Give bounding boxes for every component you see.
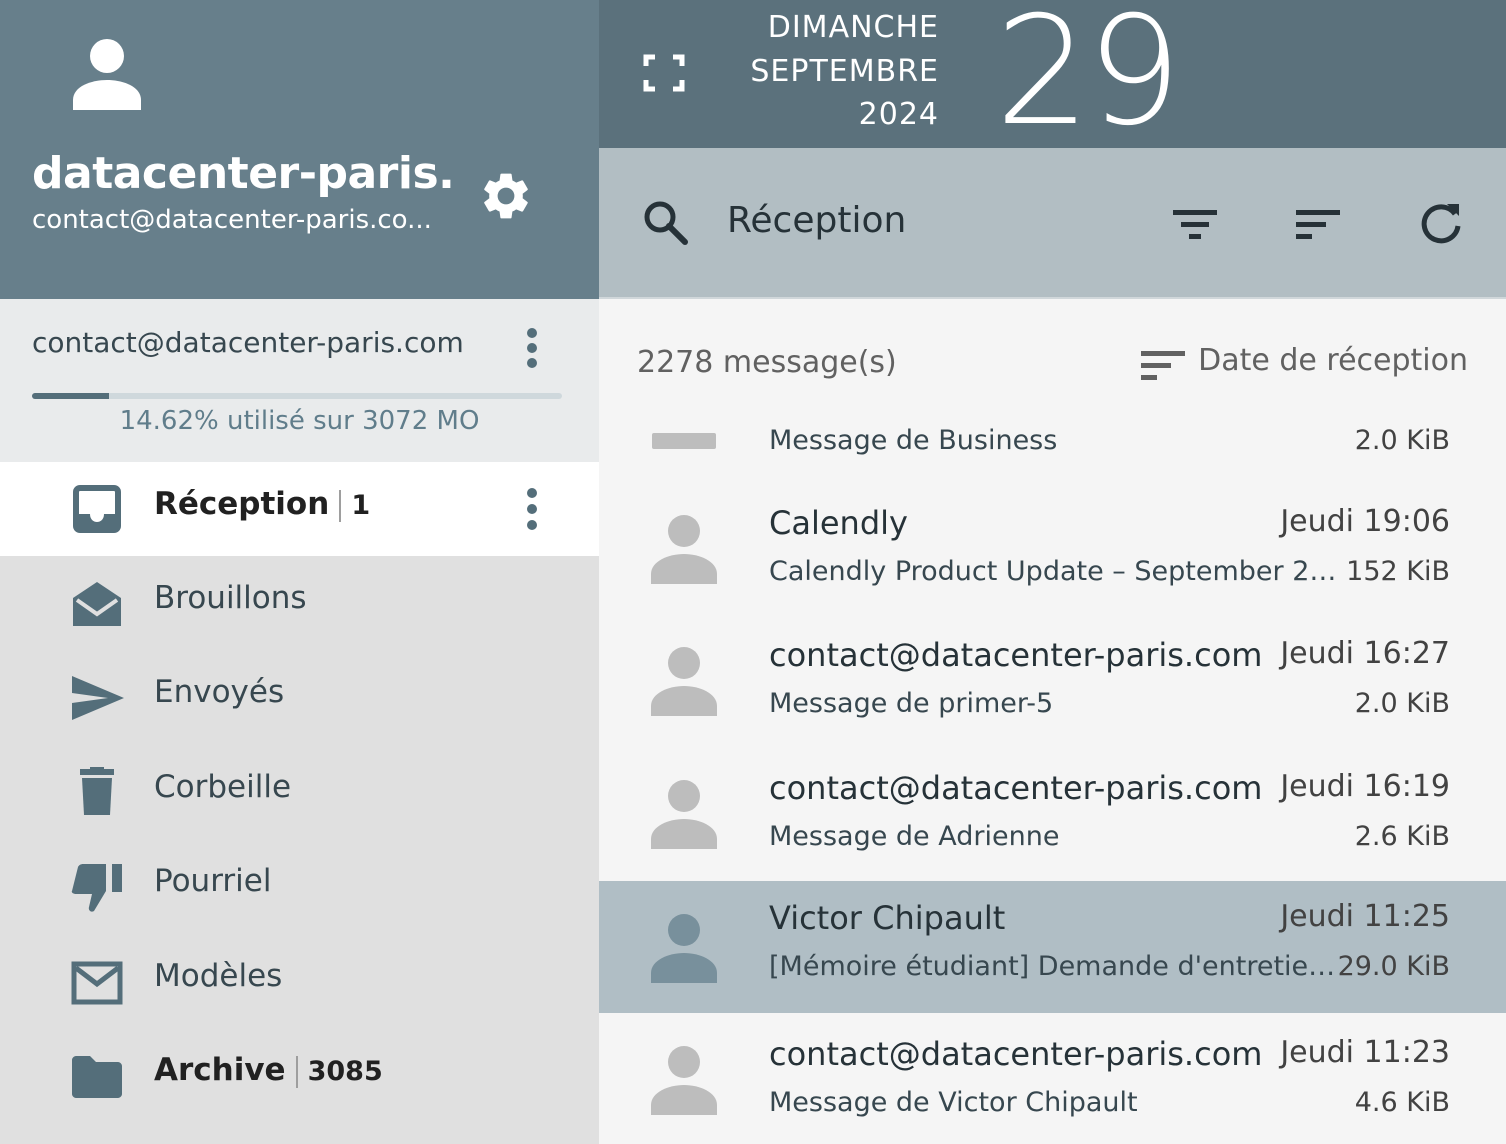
toolbar: Réception [599,148,1506,299]
folder-count: 3085 [307,1056,383,1087]
date-day: 29 [995,0,1182,159]
message-size: 152 KiB [1346,556,1450,587]
date-year: 2024 [858,97,939,132]
folder-label: Réception [154,486,330,522]
message-time: Jeudi 11:25 [1280,899,1450,934]
date-month: SEPTEMBRE [750,54,939,89]
message-row[interactable]: contact@datacenter-paris.com Jeudi 11:23… [599,1013,1506,1144]
message-sender: contact@datacenter-paris.com [769,769,1263,807]
account-email[interactable]: contact@datacenter-paris.com [32,326,464,359]
message-subject: Calendly Product Update – September 2024 [769,556,1349,587]
drafts-icon [73,582,121,626]
date-weekday: DIMANCHE [767,10,939,45]
send-icon [72,676,124,720]
message-subject: Message de Victor Chipault [769,1087,1138,1118]
message-time: Jeudi 16:19 [1280,769,1450,804]
user-icon [651,515,717,584]
user-icon [652,433,716,449]
profile-name: datacenter-paris.... [32,148,452,199]
more-vert-icon[interactable] [516,326,548,370]
message-size: 2.0 KiB [1354,688,1450,719]
message-row[interactable]: Calendly Jeudi 19:06 Calendly Product Up… [599,482,1506,614]
folder-brouillons[interactable]: Brouillons [0,556,599,650]
message-time: Jeudi 19:06 [1280,504,1450,539]
message-subject: [Mémoire étudiant] Demande d'entretien .… [769,951,1349,982]
folder-label: Modèles [154,958,283,994]
trash-icon [80,767,114,815]
folder-envoyes[interactable]: Envoyés [0,650,599,744]
gear-icon[interactable] [478,168,534,224]
message-sender: contact@datacenter-paris.com [769,1035,1263,1073]
message-row[interactable]: contact@datacenter-paris.com Jeudi 16:27… [599,614,1506,746]
user-icon [651,647,717,716]
sidebar: datacenter-paris.... contact@datacenter-… [0,0,599,1144]
message-sender: Victor Chipault [769,899,1006,937]
search-icon[interactable] [641,198,689,246]
folder-modeles[interactable]: Modèles [0,934,599,1028]
message-subject: Message de Adrienne [769,821,1060,852]
message-sender: contact@datacenter-paris.com [769,636,1263,674]
refresh-icon[interactable] [1417,200,1465,248]
message-size: 2.6 KiB [1354,821,1450,852]
filter-icon[interactable] [1171,200,1219,248]
profile-header: datacenter-paris.... contact@datacenter-… [0,0,599,299]
more-vert-icon[interactable] [516,486,548,532]
folder-count-separator [295,1055,298,1088]
folder-archive[interactable]: Archive 3085 [0,1028,599,1122]
current-folder-title: Réception [727,200,907,241]
sort-icon[interactable] [1294,200,1342,248]
message-sender: Calendly [769,504,908,542]
message-size: 2.0 KiB [1354,425,1450,456]
folder-label: Brouillons [154,580,307,616]
date-header: DIMANCHE SEPTEMBRE 2024 29 [599,0,1506,152]
profile-email: contact@datacenter-paris.co... [32,205,432,235]
folder-count: 1 [351,490,371,521]
folder-label: Corbeille [154,769,292,805]
message-row[interactable]: contact@datacenter-paris.com Jeudi 16:19… [599,747,1506,879]
folder-corbeille[interactable]: Corbeille [0,745,599,839]
message-row-selected[interactable]: Victor Chipault Jeudi 11:25 [Mémoire étu… [599,881,1506,1013]
folder-pourriel[interactable]: Pourriel [0,839,599,933]
folder-label: Pourriel [154,863,272,899]
quota-text: 14.62% utilisé sur 3072 MO [119,406,480,436]
fullscreen-icon[interactable] [641,52,687,94]
thumbs-down-icon [71,864,122,912]
message-subject: Message de Business [769,425,1058,455]
message-time: Jeudi 11:23 [1280,1035,1450,1070]
mail-icon [71,961,123,1005]
folder-label: Archive [154,1052,286,1088]
message-time: Jeudi 16:27 [1280,636,1450,671]
inbox-icon [73,485,121,533]
folder-count-separator [339,489,342,522]
folder-label: Envoyés [154,674,285,710]
quota-bar-fill [32,393,110,399]
user-icon [651,1046,717,1115]
account-panel [0,299,599,462]
message-list: 2278 message(s) Date de réception Messag… [599,301,1506,1144]
user-icon[interactable] [70,38,144,110]
user-icon [651,914,717,983]
quota-bar [32,393,562,399]
message-size: 29.0 KiB [1337,951,1450,982]
user-icon [651,780,717,849]
message-size: 4.6 KiB [1354,1087,1450,1118]
folder-reception[interactable]: Réception 1 [0,462,599,556]
folder-icon [72,1056,122,1098]
message-subject: Message de primer-5 [769,688,1054,719]
message-row[interactable]: Message de Business 2.0 KiB [599,301,1506,456]
